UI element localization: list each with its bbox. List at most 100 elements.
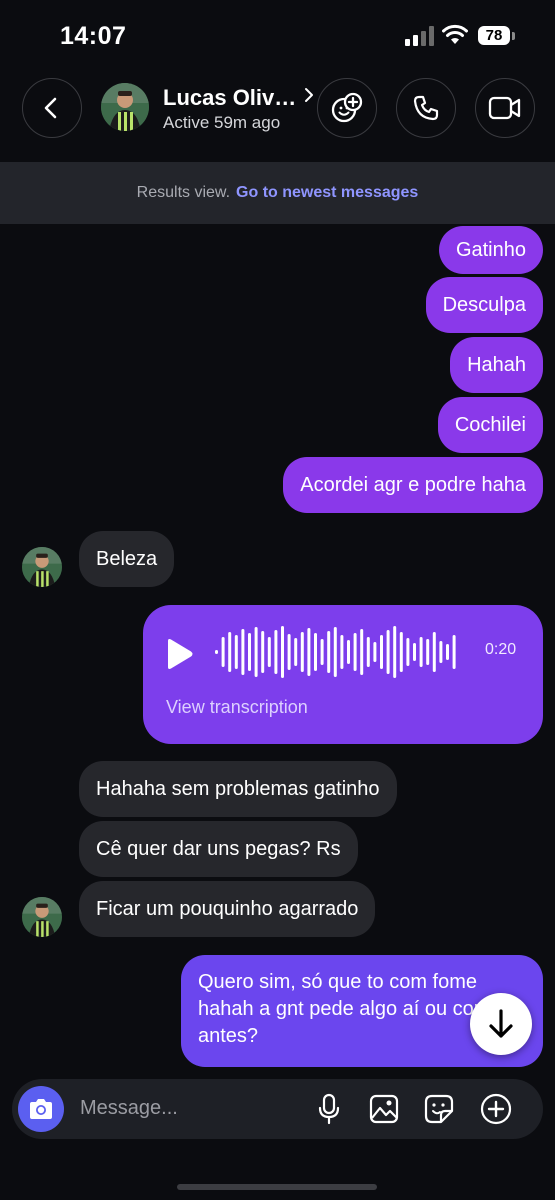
waveform-bar <box>294 638 298 666</box>
arrow-down-icon <box>489 1009 513 1038</box>
waveform-bar <box>228 632 232 672</box>
cellular-signal-icon <box>405 26 434 46</box>
waveform-bar <box>439 641 443 663</box>
message-bubble-outgoing[interactable]: Acordei agr e podre haha <box>283 457 543 513</box>
battery-indicator: 78 <box>478 26 510 45</box>
waveform-bar <box>413 643 416 661</box>
waveform-bar <box>432 632 436 672</box>
waveform-bar <box>248 633 251 671</box>
phone-icon <box>413 95 439 121</box>
view-transcription-link[interactable]: View transcription <box>166 697 308 718</box>
plus-icon <box>480 1093 512 1125</box>
voice-duration: 0:20 <box>485 641 517 658</box>
waveform-bar <box>287 634 291 670</box>
waveform-bar <box>406 638 410 666</box>
message-bubble-incoming[interactable]: Beleza <box>79 531 175 587</box>
camera-icon <box>30 1099 52 1119</box>
message-bubble-outgoing[interactable]: Gatinho <box>438 226 543 274</box>
message-bubble-outgoing[interactable]: Hahah <box>450 337 543 393</box>
battery-nub <box>512 32 515 40</box>
message-bubble-incoming[interactable]: Cê quer dar uns pegas? Rs <box>79 821 358 877</box>
chevron-right-icon[interactable] <box>303 86 315 104</box>
scroll-to-newest-button[interactable] <box>470 993 532 1055</box>
waveform-bar <box>426 639 430 665</box>
home-indicator <box>177 1184 377 1190</box>
waveform-bar <box>340 635 344 669</box>
waveform-bar <box>307 628 311 676</box>
waveform-bar <box>300 632 304 672</box>
gallery-button[interactable] <box>367 1092 401 1126</box>
waveform-bar <box>373 642 377 662</box>
message-text: Acordei agr e podre haha <box>300 474 526 496</box>
wifi-icon <box>442 24 468 44</box>
voice-message-bubble[interactable]: 0:20 View transcription <box>143 605 543 744</box>
waveform-bar <box>215 650 218 654</box>
waveform-bar <box>267 637 271 667</box>
results-view-banner: Results view. Go to newest messages <box>0 162 555 224</box>
waveform-bar <box>386 630 390 674</box>
message-bubble-outgoing[interactable]: Desculpa <box>425 277 543 333</box>
message-text: Ficar um pouquinho agarrado <box>96 898 359 920</box>
message-composer: Message... <box>12 1079 543 1139</box>
status-bar: 14:07 78 <box>0 0 555 70</box>
waveform-bar <box>347 640 350 664</box>
contact-avatar-small[interactable] <box>22 547 62 587</box>
sticker-button[interactable] <box>422 1092 456 1126</box>
message-input[interactable]: Message... <box>80 1097 178 1120</box>
message-text: Hahah <box>467 354 526 376</box>
chat-header: Lucas Oliv… Active 59m ago <box>0 70 555 162</box>
add-people-icon <box>331 92 363 123</box>
message-text: Cê quer dar uns pegas? Rs <box>96 838 341 860</box>
play-icon[interactable] <box>163 637 195 671</box>
message-bubble-incoming[interactable]: Ficar um pouquinho agarrado <box>79 881 376 937</box>
voice-call-button[interactable] <box>396 78 456 138</box>
waveform-bar <box>452 635 456 669</box>
waveform-bar <box>327 631 331 673</box>
waveform-bar <box>393 626 397 678</box>
microphone-icon <box>318 1093 340 1125</box>
voice-waveform <box>215 626 456 678</box>
waveform-bar <box>380 635 383 669</box>
waveform-bar <box>399 632 403 672</box>
waveform-bar <box>254 627 258 677</box>
waveform-bar <box>360 629 364 675</box>
camera-button[interactable] <box>18 1086 64 1132</box>
microphone-button[interactable] <box>312 1092 346 1126</box>
message-bubble-incoming[interactable]: Hahaha sem problemas gatinho <box>79 761 397 817</box>
back-arrow-icon <box>44 97 57 119</box>
waveform-bar <box>446 644 449 660</box>
message-text: Desculpa <box>442 294 526 316</box>
message-text: Cochilei <box>454 414 526 436</box>
image-icon <box>369 1094 399 1124</box>
waveform-bar <box>274 630 278 674</box>
waveform-bar <box>314 633 317 671</box>
contact-name[interactable]: Lucas Oliv… <box>163 85 296 111</box>
status-time: 14:07 <box>60 22 127 50</box>
contact-avatar-small[interactable] <box>22 897 62 937</box>
waveform-bar <box>353 633 357 671</box>
message-text: Gatinho <box>455 239 526 261</box>
waveform-bar <box>366 637 370 667</box>
active-status: Active 59m ago <box>163 113 281 132</box>
waveform-bar <box>261 631 265 673</box>
video-call-button[interactable] <box>475 78 535 138</box>
waveform-bar <box>241 629 245 675</box>
waveform-bar <box>333 627 337 677</box>
waveform-bar <box>234 635 238 669</box>
more-options-button[interactable] <box>479 1092 513 1126</box>
back-button[interactable] <box>22 78 82 138</box>
message-text: Hahaha sem problemas gatinho <box>96 778 380 800</box>
go-to-newest-link[interactable]: Go to newest messages <box>236 184 418 202</box>
waveform-bar <box>281 626 284 678</box>
contact-avatar[interactable] <box>101 83 149 131</box>
add-people-button[interactable] <box>317 78 377 138</box>
waveform-bar <box>221 637 225 667</box>
waveform-bar <box>419 637 423 667</box>
message-text: Quero sim, só que to com fome hahah a gn… <box>198 971 502 1047</box>
waveform-bar <box>320 639 324 665</box>
message-text: Beleza <box>96 548 158 570</box>
results-view-label: Results view. <box>136 184 231 201</box>
video-camera-icon <box>488 96 521 120</box>
message-bubble-outgoing[interactable]: Cochilei <box>437 397 543 453</box>
sticker-icon <box>424 1094 454 1124</box>
